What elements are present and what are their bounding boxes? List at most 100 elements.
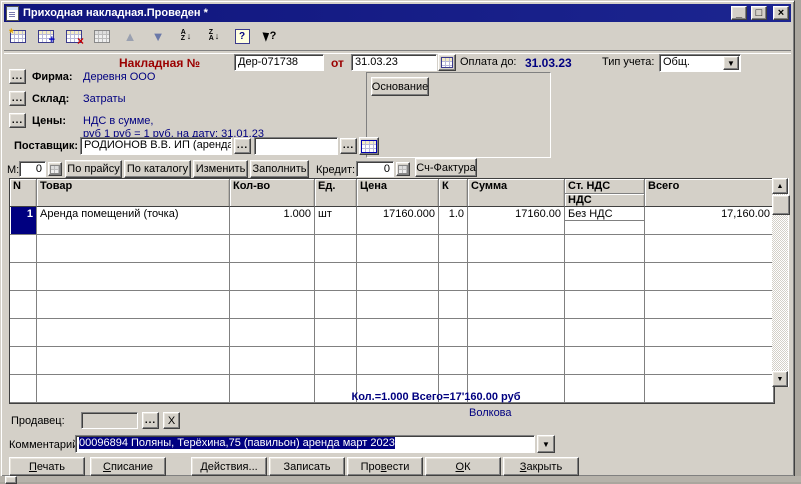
empty-cell[interactable] — [315, 291, 357, 319]
by-catalog-button[interactable]: По каталогу — [124, 160, 191, 178]
empty-cell[interactable] — [357, 263, 439, 291]
empty-cell[interactable] — [37, 263, 230, 291]
table-row[interactable] — [10, 263, 774, 291]
empty-cell[interactable] — [230, 263, 315, 291]
empty-cell[interactable] — [468, 291, 565, 319]
cell-summa[interactable]: 17160.00 — [468, 207, 565, 235]
empty-cell[interactable] — [468, 319, 565, 347]
col-header-cena[interactable]: Цена — [357, 179, 439, 207]
scroll-down-icon[interactable]: ▼ — [772, 371, 788, 387]
empty-cell[interactable] — [645, 263, 774, 291]
comment-input[interactable]: 00096894 Поляны, Терёхина,75 (павильон) … — [75, 435, 535, 453]
ok-button[interactable]: ОК — [425, 457, 501, 476]
empty-cell[interactable] — [468, 347, 565, 375]
cell-k[interactable]: 1.0 — [439, 207, 468, 235]
by-price-button[interactable]: По прайсу — [65, 160, 122, 178]
empty-cell[interactable] — [439, 347, 468, 375]
fill-button[interactable]: Заполнить — [250, 160, 309, 178]
actions-button[interactable]: Действия... — [191, 457, 267, 476]
warehouse-select-button[interactable]: ... — [9, 91, 26, 106]
maximize-button[interactable]: □ — [751, 6, 767, 20]
minimize-button[interactable]: _ — [731, 6, 747, 20]
table-row[interactable] — [10, 319, 774, 347]
empty-cell[interactable] — [37, 235, 230, 263]
row-number-cell[interactable]: 1 — [10, 207, 37, 235]
col-header-summa[interactable]: Сумма — [468, 179, 565, 207]
empty-cell[interactable] — [10, 263, 37, 291]
empty-cell[interactable] — [37, 347, 230, 375]
credit-input[interactable]: 0 — [356, 161, 394, 177]
empty-cell[interactable] — [230, 319, 315, 347]
empty-cell[interactable] — [468, 235, 565, 263]
move-down-icon[interactable]: ▼ — [148, 26, 168, 46]
help-icon[interactable]: ? — [232, 26, 252, 46]
empty-cell[interactable] — [565, 347, 645, 375]
empty-cell[interactable] — [10, 291, 37, 319]
new-row-icon[interactable]: * — [8, 26, 28, 46]
col-header-k[interactable]: К — [439, 179, 468, 207]
empty-cell[interactable] — [468, 263, 565, 291]
empty-cell[interactable] — [645, 347, 774, 375]
empty-cell[interactable] — [439, 263, 468, 291]
table-row-selected[interactable]: 1 Аренда помещений (точка) 1.000 шт 1716… — [10, 207, 774, 235]
empty-cell[interactable] — [230, 347, 315, 375]
empty-cell[interactable] — [10, 375, 37, 403]
invoice-facture-button[interactable]: Сч-Фактура — [415, 158, 477, 177]
scroll-up-icon[interactable]: ▲ — [772, 178, 788, 194]
empty-cell[interactable] — [357, 319, 439, 347]
save-button[interactable]: Записать — [269, 457, 345, 476]
empty-cell[interactable] — [37, 291, 230, 319]
col-header-vsego[interactable]: Всего — [645, 179, 774, 207]
empty-cell[interactable] — [357, 291, 439, 319]
empty-cell[interactable] — [565, 263, 645, 291]
seller-input[interactable] — [81, 412, 138, 429]
empty-cell[interactable] — [10, 347, 37, 375]
m-calc-button[interactable] — [48, 162, 62, 176]
invoice-number-input[interactable]: Дер-071738 — [234, 54, 324, 71]
empty-cell[interactable] — [315, 319, 357, 347]
empty-cell[interactable] — [315, 263, 357, 291]
empty-cell[interactable] — [37, 319, 230, 347]
table-scrollbar[interactable]: ▲ ▼ — [772, 178, 789, 387]
table-row[interactable] — [10, 235, 774, 263]
empty-cell[interactable] — [37, 375, 230, 403]
empty-cell[interactable] — [565, 319, 645, 347]
supplier-extra-select-button[interactable]: ... — [340, 138, 357, 154]
empty-cell[interactable] — [645, 375, 774, 403]
empty-cell[interactable] — [315, 235, 357, 263]
empty-cell[interactable] — [439, 319, 468, 347]
cell-cena[interactable]: 17160.000 — [357, 207, 439, 235]
account-type-select[interactable]: Общ. ▼ — [659, 54, 741, 72]
prices-select-button[interactable]: ... — [9, 113, 26, 128]
m-input[interactable]: 0 — [19, 161, 46, 177]
empty-cell[interactable] — [10, 319, 37, 347]
col-header-st-nds[interactable]: Ст. НДС НДС — [565, 179, 645, 207]
empty-cell[interactable] — [357, 235, 439, 263]
empty-cell[interactable] — [645, 235, 774, 263]
sort-descending-icon[interactable]: ZA ↓ — [204, 26, 224, 46]
edit-button[interactable]: Изменить — [193, 160, 248, 178]
col-header-n[interactable]: N — [10, 179, 37, 207]
empty-cell[interactable] — [357, 347, 439, 375]
empty-cell[interactable] — [10, 235, 37, 263]
empty-cell[interactable] — [565, 291, 645, 319]
empty-cell[interactable] — [645, 291, 774, 319]
table-row[interactable] — [10, 291, 774, 319]
context-help-icon[interactable]: ? — [260, 26, 280, 46]
delete-row-icon[interactable]: × — [64, 26, 84, 46]
cell-tovar[interactable]: Аренда помещений (точка) — [37, 207, 230, 235]
close-button[interactable]: × — [773, 6, 789, 20]
col-header-kolvo[interactable]: Кол-во — [230, 179, 315, 207]
supplier-select-button[interactable]: ... — [234, 138, 251, 154]
credit-calc-button[interactable] — [396, 162, 410, 176]
empty-cell[interactable] — [230, 291, 315, 319]
close-form-button[interactable]: Закрыть — [503, 457, 579, 476]
date-input[interactable]: 31.03.23 — [351, 54, 437, 71]
empty-cell[interactable] — [565, 235, 645, 263]
cell-st-nds[interactable]: Без НДС — [565, 207, 645, 235]
table-row[interactable] — [10, 347, 774, 375]
scrollbar-thumb[interactable] — [772, 195, 790, 215]
empty-cell[interactable] — [230, 235, 315, 263]
title-bar[interactable]: Приходная накладная.Проведен * _ □ × — [4, 4, 791, 22]
empty-cell[interactable] — [645, 319, 774, 347]
